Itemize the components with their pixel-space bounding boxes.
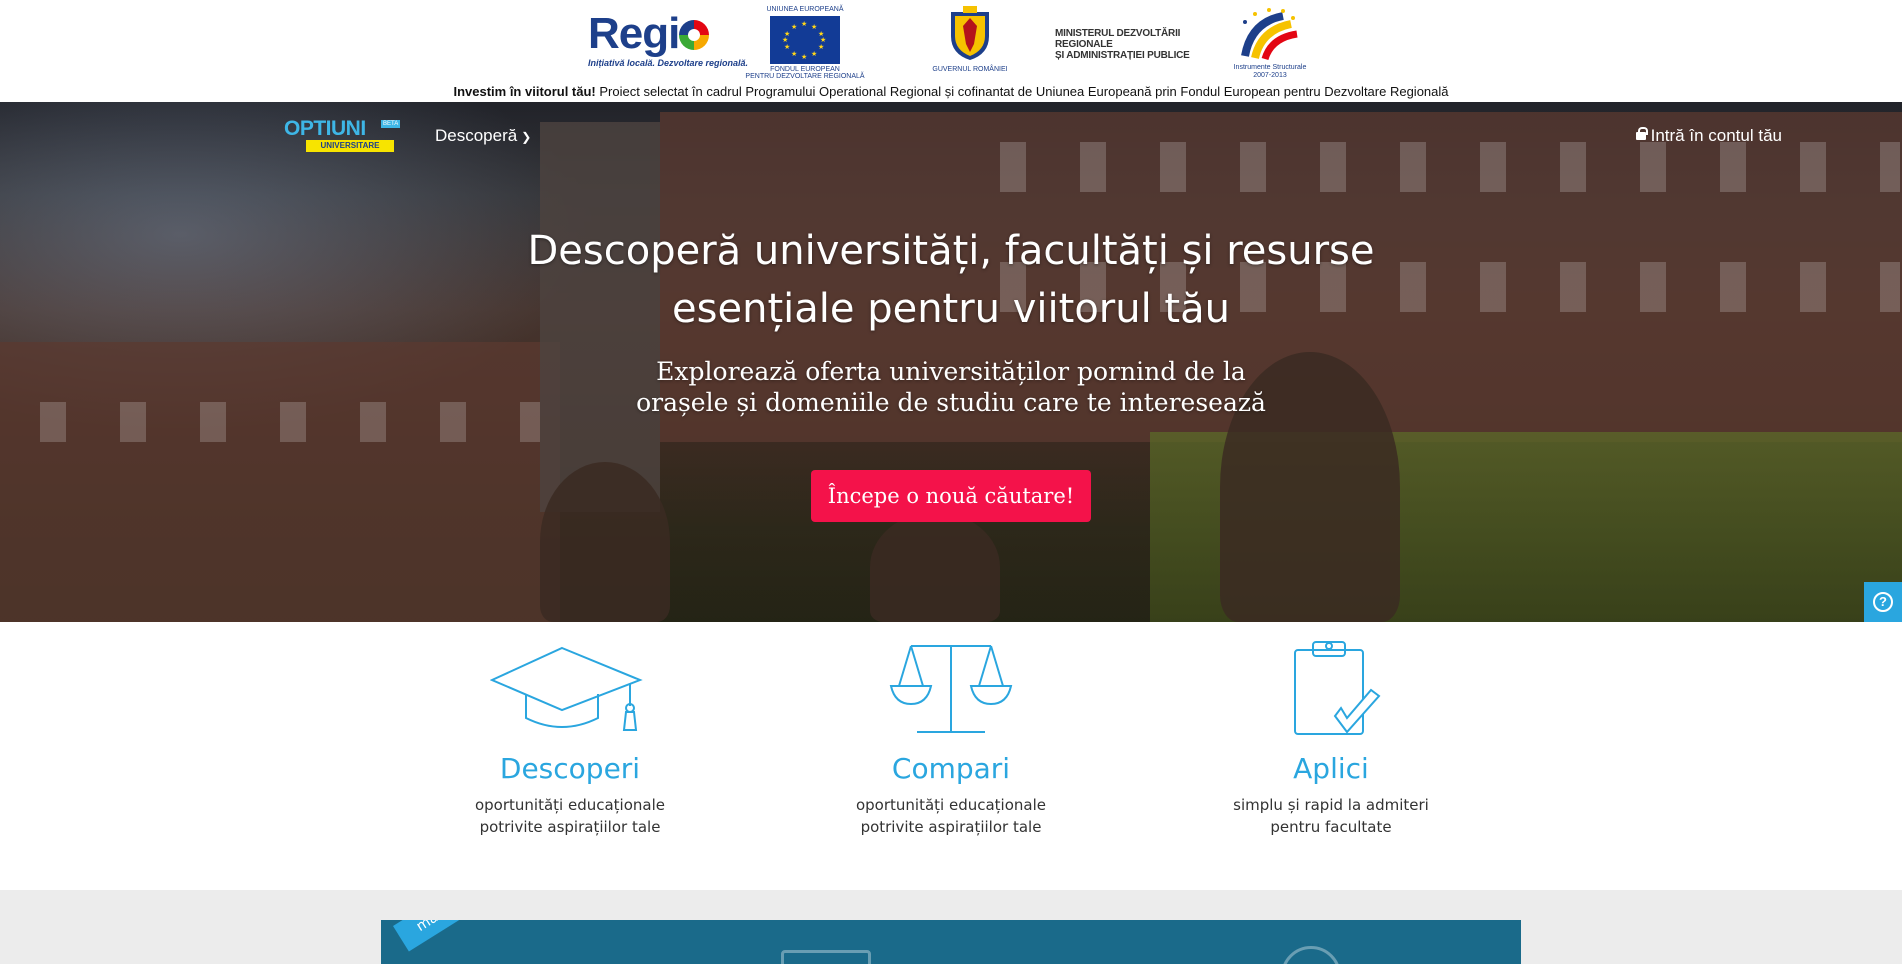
login-link[interactable]: Intră în contul tău [1635,126,1782,146]
feature-compare: Compari oportunități educaționale potriv… [801,622,1101,838]
feature-apply: Aplici simplu și rapid la admiteri pentr… [1181,622,1481,838]
hero-title: Descoperă universități, facultăți și res… [451,222,1451,338]
hero-building-left [0,342,560,622]
hero-windows-upper [1000,142,1900,192]
feature-title: Descoperi [499,752,641,785]
romania-coat-of-arms-icon [947,6,993,62]
eu-logo: UNIUNEA EUROPEANĂ ★ ★ ★ ★ ★ ★ ★ ★ ★ ★ ★ … [745,6,865,80]
hero-student-middle [870,512,1000,622]
feature-title: Aplici [1293,752,1369,785]
sponsor-note: Investim în viitorul tău! Proiect select… [0,84,1902,99]
mdr-line2: ȘI ADMINISTRAȚIEI PUBLICE [1055,50,1190,61]
discover-menu-label: Descoperă [435,126,518,145]
sponsor-note-bold: Investim în viitorul tău! [453,84,596,99]
ruler-icon [781,950,871,964]
chevron-down-icon: ❯ [521,130,532,144]
hero-student-left [540,462,670,622]
discover-menu[interactable]: Descoperă ❯ [435,126,531,146]
is-caption-2: 2007-2013 [1253,72,1287,79]
hero-title-line2: esențiale pentru viitorul tău [672,286,1230,332]
feature-discover: Descoperi oportunități educaționale potr… [420,622,720,838]
hero-title-line1: Descoperă universități, facultăți și res… [527,228,1375,274]
recommendation-ribbon: mandare [393,920,528,952]
instrumente-structurale-logo: Instrumente Structurale 2007-2013 [1225,6,1315,82]
help-tab[interactable]: ? [1864,582,1902,622]
feature-desc: simplu și rapid la admiteri pentru facul… [1233,796,1429,836]
regio-logo: Regi Inițiativă locală. Dezvoltare regio… [588,12,749,70]
optiuni-logo[interactable]: OPTIUNI BETA UNIVERSITARE [284,118,406,158]
clipboard-check-icon [1294,641,1381,735]
recommendation-strip: mandare [0,890,1902,964]
recommendation-card[interactable]: mandare [381,920,1521,964]
regio-slogan: Inițiativă locală. Dezvoltare regională. [588,58,749,68]
optiuni-subtitle: UNIVERSITARE [306,140,394,152]
new-search-button[interactable]: Începe o nouă căutare! [811,470,1091,522]
eu-top-caption: UNIUNEA EUROPEANĂ [766,6,844,13]
lock-icon [1635,127,1648,140]
feature-desc: oportunități educaționale potrivite aspi… [474,796,665,836]
hero-subtitle: Explorează oferta universităților pornin… [636,357,1266,417]
eu-flag-icon: ★ ★ ★ ★ ★ ★ ★ ★ ★ ★ ★ ★ [770,16,840,64]
feature-desc: oportunități educaționale potrivite aspi… [855,796,1046,836]
is-caption-1: Instrumente Structurale [1233,64,1307,71]
beta-badge: BETA [381,120,401,128]
scales-icon [889,645,1013,733]
sponsor-banner: Regi Inițiativă locală. Dezvoltare regio… [0,0,1902,102]
login-link-label: Intră în contul tău [1650,126,1782,145]
mdr-line1: MINISTERUL DEZVOLTĂRII REGIONALE [1055,28,1181,50]
structural-instruments-star-icon [1241,8,1298,61]
regio-wordmark: Regi [588,9,680,58]
mdr-logo: MINISTERUL DEZVOLTĂRII REGIONALE ȘI ADMI… [1055,28,1195,64]
hero-section: OPTIUNI BETA UNIVERSITARE Descoperă ❯ Int… [0,102,1902,622]
gov-caption: GUVERNUL ROMÂNIEI [932,66,1008,73]
features-section: Descoperi oportunități educaționale potr… [0,622,1902,890]
eu-bottom-caption-2: PENTRU DEZVOLTARE REGIONALĂ [745,73,865,80]
hero-windows-left [40,402,540,442]
gov-logo: GUVERNUL ROMÂNIEI [920,6,1020,80]
regio-o-icon [679,20,710,50]
graduation-cap-icon [490,646,643,731]
sponsor-logos: Regi Inițiativă locală. Dezvoltare regio… [0,4,1902,80]
sponsor-note-text: Proiect selectat în cadrul Programului O… [595,84,1449,99]
feature-title: Compari [891,752,1011,785]
clock-icon [1281,946,1341,964]
eu-bottom-caption-1: FONDUL EUROPEAN [770,66,840,73]
question-mark-icon: ? [1873,592,1893,612]
